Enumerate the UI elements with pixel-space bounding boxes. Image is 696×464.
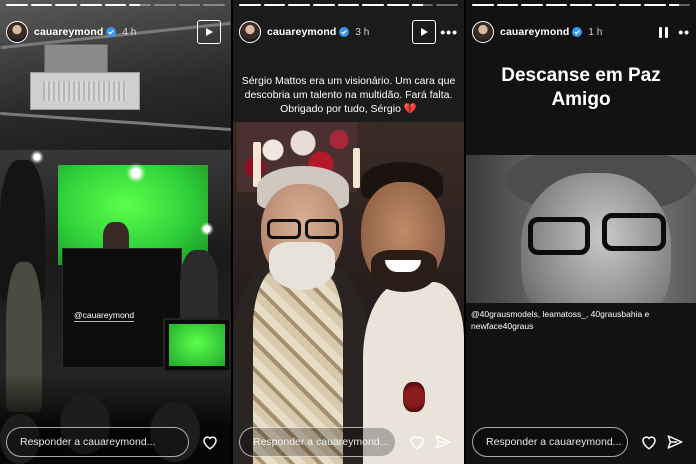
progress-segment	[80, 4, 102, 6]
studio-photo	[0, 0, 231, 464]
story-header: cauareymond 4 h	[6, 18, 225, 46]
progress-segment	[263, 4, 286, 6]
story-progress	[6, 4, 226, 6]
progress-segment	[154, 4, 176, 6]
story-title: Descanse em Paz Amigo	[501, 65, 661, 110]
tribute-photo	[233, 122, 464, 464]
play-button[interactable]	[412, 20, 437, 44]
verified-badge-icon	[572, 27, 583, 37]
story-panel-3[interactable]: Descanse em Paz Amigo @40grausmodels, le…	[466, 0, 696, 464]
progress-segment	[129, 4, 152, 6]
username[interactable]: cauareymond	[34, 26, 103, 38]
progress-segment	[643, 4, 666, 6]
play-button[interactable]	[197, 20, 221, 44]
more-icon[interactable]: ••	[678, 24, 690, 40]
air-conditioner	[30, 72, 140, 110]
progress-segment	[668, 4, 691, 6]
portrait-glasses-left	[528, 217, 590, 255]
progress-segment	[55, 4, 78, 6]
progress-segment	[570, 4, 592, 6]
video-monitor	[163, 318, 231, 372]
progress-segment	[411, 4, 434, 6]
story-timestamp: 4 h	[122, 26, 137, 38]
more-icon[interactable]: •••	[440, 24, 458, 40]
progress-segment	[436, 4, 459, 6]
reply-input[interactable]: Responder a cauareymond...	[6, 427, 189, 457]
avatar[interactable]	[472, 21, 494, 43]
caption-text: Sérgio Mattos era um visionário. Um cara…	[241, 75, 456, 115]
story-footer: Responder a cauareymond...	[239, 426, 460, 458]
heart-icon[interactable]	[408, 433, 426, 451]
progress-segment	[30, 4, 53, 6]
story-timestamp: 1 h	[588, 26, 603, 38]
story-panel-2[interactable]: Sérgio Mattos era um visionário. Um cara…	[233, 0, 464, 464]
play-icon	[421, 28, 429, 36]
progress-segment	[337, 4, 360, 6]
progress-segment	[6, 4, 28, 6]
portrait-glasses-right	[602, 213, 666, 251]
studio-light	[200, 222, 214, 236]
progress-segment	[387, 4, 409, 6]
broken-heart-emoji: 💔	[403, 103, 417, 115]
progress-segment	[545, 4, 568, 6]
username[interactable]: cauareymond	[500, 26, 569, 38]
progress-segment	[472, 4, 494, 6]
play-icon	[206, 28, 213, 36]
progress-segment	[178, 4, 201, 6]
story-footer: Responder a cauareymond...	[472, 426, 692, 458]
verified-badge-icon	[106, 27, 117, 37]
verified-badge-icon	[339, 27, 350, 37]
progress-segment	[521, 4, 543, 6]
avatar[interactable]	[239, 21, 261, 43]
story-header: cauareymond 1 h ••	[472, 18, 690, 46]
progress-segment	[239, 4, 261, 6]
story-progress	[239, 4, 459, 6]
reply-input[interactable]: Responder a cauareymond...	[472, 427, 628, 457]
heart-icon[interactable]	[201, 433, 219, 451]
story-panel-1[interactable]: @cauareymond cauareymond 4 h Responder a…	[0, 0, 231, 464]
older-man-beard	[269, 242, 335, 290]
glasses-left-lens	[267, 219, 301, 239]
send-icon[interactable]	[666, 433, 684, 451]
mention-tag[interactable]: @cauareymond	[74, 310, 135, 322]
progress-segment	[313, 4, 335, 6]
lapel-flower	[403, 382, 425, 412]
reply-input[interactable]: Responder a cauareymond...	[239, 427, 396, 457]
story-progress	[472, 4, 691, 6]
heart-icon[interactable]	[640, 433, 658, 451]
progress-segment	[104, 4, 127, 6]
avatar[interactable]	[6, 21, 28, 43]
studio-light	[126, 163, 146, 183]
air-conditioner-box	[44, 44, 108, 74]
progress-segment	[203, 4, 226, 6]
story-footer: Responder a cauareymond...	[6, 426, 227, 458]
candle	[353, 148, 360, 188]
progress-segment	[619, 4, 641, 6]
username[interactable]: cauareymond	[267, 26, 336, 38]
story-caption: Sérgio Mattos era um visionário. Um cara…	[239, 74, 458, 116]
progress-segment	[362, 4, 385, 6]
progress-segment	[496, 4, 519, 6]
mentions-text[interactable]: @40grausmodels, leamatoss_, 40grausbahia…	[471, 308, 690, 332]
glasses-right-lens	[305, 219, 339, 239]
progress-segment	[288, 4, 311, 6]
story-header: cauareymond 3 h •••	[239, 18, 458, 46]
pause-icon[interactable]	[656, 25, 670, 39]
progress-segment	[594, 4, 617, 6]
portrait-photo	[466, 155, 696, 303]
send-icon[interactable]	[434, 433, 452, 451]
story-timestamp: 3 h	[355, 26, 370, 38]
